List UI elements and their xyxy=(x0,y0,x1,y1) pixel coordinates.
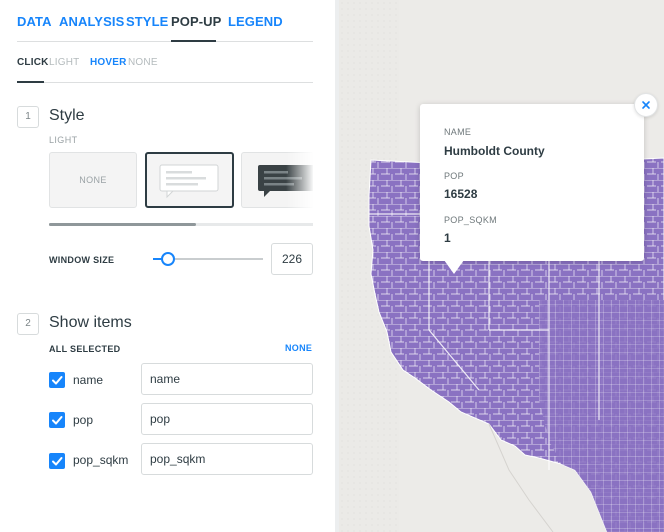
select-none-link[interactable]: NONE xyxy=(285,343,312,353)
popup-subtabs: CLICK LIGHT HOVER NONE xyxy=(17,42,313,83)
item-input-pop-sqkm[interactable]: pop_sqkm xyxy=(141,443,313,475)
tab-analysis[interactable]: ANALYSIS xyxy=(59,14,124,29)
item-checkbox-name[interactable] xyxy=(49,372,65,388)
main-tabs: DATA ANALYSIS STYLE POP-UP LEGEND xyxy=(17,0,313,42)
popup-value-name: Humboldt County xyxy=(444,144,545,158)
popup-key-pop: POP xyxy=(444,171,464,181)
window-size-slider-handle[interactable] xyxy=(161,252,175,266)
light-popup-icon xyxy=(159,164,219,199)
style-section-title: Style xyxy=(49,107,85,124)
item-label-pop: pop xyxy=(73,413,94,427)
check-icon xyxy=(52,376,63,385)
step-number-1: 1 xyxy=(17,106,39,128)
style-option-light[interactable] xyxy=(145,152,234,208)
item-label-name: name xyxy=(73,373,104,387)
item-label-pop-sqkm: pop_sqkm xyxy=(73,453,129,467)
tab-legend[interactable]: LEGEND xyxy=(228,14,283,29)
show-items-title: Show items xyxy=(49,314,132,331)
subtab-click-light[interactable]: LIGHT xyxy=(49,57,79,68)
popup-value-pop: 16528 xyxy=(444,187,478,201)
style-caption: LIGHT xyxy=(49,135,78,145)
popup-pointer xyxy=(444,260,464,274)
side-panel: DATA ANALYSIS STYLE POP-UP LEGEND CLICK … xyxy=(0,0,338,532)
county-map[interactable] xyxy=(339,0,664,532)
tab-pop-up[interactable]: POP-UP xyxy=(171,14,221,29)
window-size-label: WINDOW SIZE xyxy=(49,255,115,265)
item-input-name[interactable]: name xyxy=(141,363,313,395)
subtab-click[interactable]: CLICK xyxy=(17,57,49,68)
cards-scrollbar-thumb[interactable] xyxy=(49,223,196,226)
map-view[interactable] xyxy=(339,0,664,532)
item-input-pop[interactable]: pop xyxy=(141,403,313,435)
tab-style[interactable]: STYLE xyxy=(126,14,168,29)
subtab-hover[interactable]: HOVER xyxy=(90,57,127,68)
item-checkbox-pop[interactable] xyxy=(49,412,65,428)
window-size-input[interactable]: 226 xyxy=(271,243,313,275)
active-subtab-indicator xyxy=(17,81,44,83)
all-selected-label: ALL SELECTED xyxy=(49,344,121,354)
subtab-hover-none[interactable]: NONE xyxy=(128,57,158,68)
close-icon xyxy=(642,101,650,109)
popup-key-name: NAME xyxy=(444,127,472,137)
tab-data[interactable]: DATA xyxy=(17,14,52,29)
popup-close-button[interactable] xyxy=(634,93,658,117)
check-icon xyxy=(52,416,63,425)
map-popup: NAME Humboldt County POP 16528 POP_SQKM … xyxy=(420,104,644,261)
check-icon xyxy=(52,457,63,466)
style-option-none[interactable]: NONE xyxy=(49,152,137,208)
popup-key-pop-sqkm: POP_SQKM xyxy=(444,215,497,225)
popup-value-pop-sqkm: 1 xyxy=(444,231,451,245)
cards-fade-overlay xyxy=(286,152,314,208)
item-checkbox-pop-sqkm[interactable] xyxy=(49,453,65,469)
step-number-2: 2 xyxy=(17,313,39,335)
